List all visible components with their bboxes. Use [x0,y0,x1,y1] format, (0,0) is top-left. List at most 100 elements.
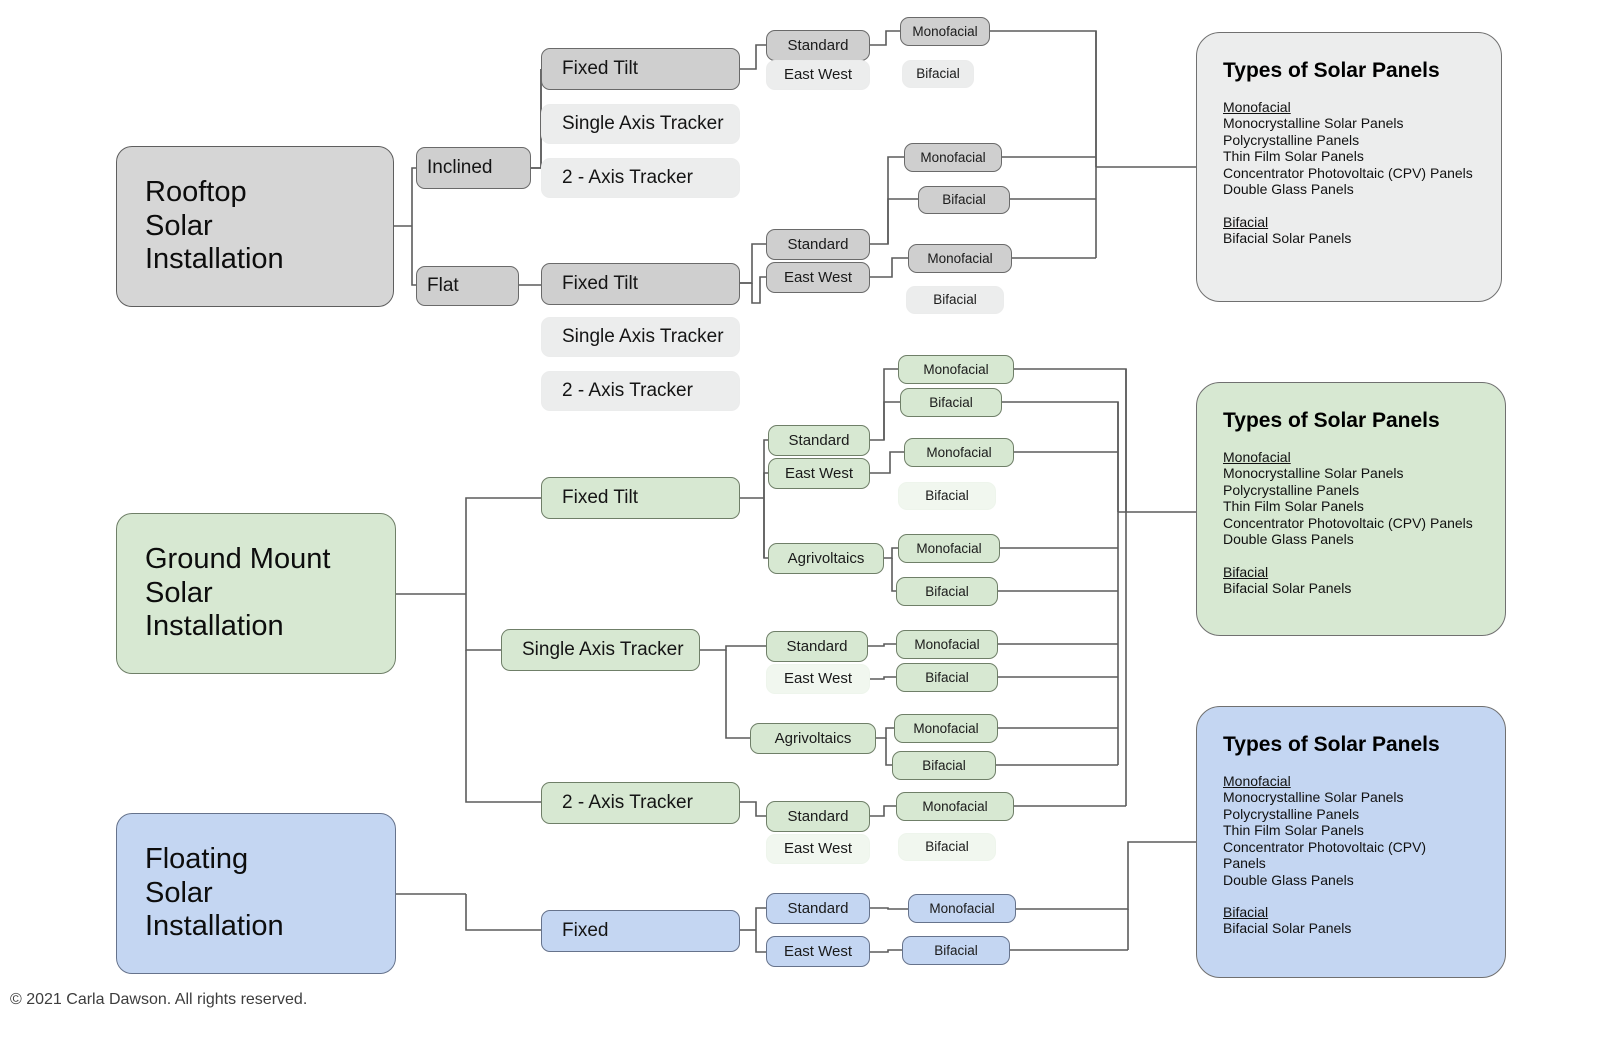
panel-types-of-solar-panels-blue: Types of Solar Panels Monofacial Monocry… [1196,706,1506,978]
rooftop-inclined-structure-fixed-tilt[interactable]: Fixed Tilt [541,48,740,90]
ground-ft-orientation-standard[interactable]: Standard [768,425,870,456]
ground-2-axis-label: 2 - Axis Tracker [562,792,693,814]
ground-sat-std-panel-bifacial[interactable]: Bifacial [896,663,998,692]
panel-green-monofacial-header: Monofacial [1223,449,1291,465]
rooftop-mount-flat[interactable]: Flat [416,266,519,306]
orientation-east-west-label: East West [783,66,853,84]
panel-bifacial-label: Bifacial [942,192,986,208]
panel-types-of-solar-panels-green: Types of Solar Panels Monofacial Monocry… [1196,382,1506,636]
root-ground-mount-solar-installation[interactable]: Ground Mount Solar Installation [116,513,396,674]
ground-structure-2-axis-tracker[interactable]: 2 - Axis Tracker [541,782,740,824]
ground-2axis-orientation-east-west: East West [766,834,870,864]
panel-green-bifacial-header: Bifacial [1223,563,1269,580]
ground-ft-std-panel-monofacial[interactable]: Monofacial [898,355,1014,384]
ground-ft-orientation-agrivoltaics[interactable]: Agrivoltaics [768,543,884,574]
floating-structure-fixed[interactable]: Fixed [541,910,740,952]
ground-sat-agri-panel-monofacial[interactable]: Monofacial [894,714,998,743]
panel-list-item: Panels [1223,855,1266,872]
rooftop-inclined-ft-orientation-standard[interactable]: Standard [766,30,870,61]
ground-ft-orientation-east-west[interactable]: East West [768,458,870,489]
ground-sat-agri-panel-bifacial[interactable]: Bifacial [892,751,996,780]
rooftop-inclined-structure-2-axis-tracker: 2 - Axis Tracker [541,158,740,198]
rooftop-flat-2-axis-label: 2 - Axis Tracker [562,380,693,402]
panel-list-item: Thin Film Solar Panels [1223,822,1364,839]
rooftop-inclined-ft-std-panel-monofacial[interactable]: Monofacial [900,17,990,46]
panel-list-item: Monocrystalline Solar Panels [1223,115,1404,131]
floating-fixed-orientation-standard[interactable]: Standard [766,893,870,924]
panel-monofacial-label: Monofacial [912,23,978,39]
ground-ft-agri-panel-monofacial[interactable]: Monofacial [898,534,1000,563]
root-floating-solar-installation[interactable]: Floating Solar Installation [116,813,396,974]
floating-fixed-label: Fixed [562,920,609,942]
panel-blue-monofacial-header: Monofacial [1223,773,1291,789]
panel-list-item: Monocrystalline Solar Panels [1223,465,1404,481]
ground-sat-orientation-agrivoltaics[interactable]: Agrivoltaics [750,723,876,754]
panel-list-item: Concentrator Photovoltaic (CPV) Panels [1223,164,1473,181]
rooftop-flat-ft-orientation-east-west[interactable]: East West [766,262,870,293]
ground-2axis-std-panel-monofacial[interactable]: Monofacial [896,792,1014,821]
panel-list-item: Concentrator Photovoltaic (CPV) Panels [1223,514,1473,531]
rooftop-flat-ft-ew-panel-monofacial[interactable]: Monofacial [908,244,1012,273]
rooftop-flat-structure-fixed-tilt[interactable]: Fixed Tilt [541,263,740,305]
panel-bifacial-label: Bifacial [933,292,977,308]
panel-monofacial-label: Monofacial [916,540,982,556]
rooftop-inclined-ft-orientation-east-west: East West [766,60,870,90]
rooftop-inclined-fixed-tilt-label: Fixed Tilt [562,58,639,80]
panel-bifacial-label: Bifacial [929,394,973,410]
root-rooftop-label: Rooftop Solar Installation [145,176,284,276]
floating-fixed-std-panel-monofacial[interactable]: Monofacial [908,894,1016,923]
ground-fixed-tilt-label: Fixed Tilt [562,487,639,509]
panel-types-of-solar-panels-grey: Types of Solar Panels Monofacial Monocry… [1196,32,1502,302]
panel-monofacial-label: Monofacial [913,720,979,736]
panel-monofacial-label: Monofacial [914,636,980,652]
rooftop-mount-inclined[interactable]: Inclined [416,147,531,189]
rooftop-flat-ft-orientation-standard[interactable]: Standard [766,229,870,260]
panel-list-item: Polycrystalline Panels [1223,481,1360,498]
rooftop-mount-flat-label: Flat [427,275,459,297]
orientation-standard-label: Standard [786,637,848,655]
panel-blue-title: Types of Solar Panels [1223,733,1440,756]
orientation-east-west-label: East West [783,942,853,960]
panel-spacer [1223,548,1483,562]
ground-ft-ew-panel-monofacial[interactable]: Monofacial [904,438,1014,467]
panel-list-item: Double Glass Panels [1223,871,1354,888]
rooftop-flat-ft-std-panel-monofacial[interactable]: Monofacial [904,143,1002,172]
panel-bifacial-label: Bifacial [934,942,978,958]
ground-structure-single-axis-tracker[interactable]: Single Axis Tracker [501,629,700,671]
ground-ft-std-panel-bifacial[interactable]: Bifacial [900,388,1002,417]
panel-monofacial-label: Monofacial [922,798,988,814]
panel-grey-bifacial-header: Bifacial [1223,213,1269,230]
floating-fixed-orientation-east-west[interactable]: East West [766,936,870,967]
root-rooftop-solar-installation[interactable]: Rooftop Solar Installation [116,146,394,307]
panel-blue-bifacial-group: Bifacial Bifacial Solar Panels [1223,904,1483,937]
orientation-agrivoltaics-label: Agrivoltaics [787,549,865,567]
orientation-standard-label: Standard [787,899,849,917]
ground-single-axis-label: Single Axis Tracker [522,639,684,661]
panel-list-item: Double Glass Panels [1223,531,1354,548]
ground-2axis-orientation-standard[interactable]: Standard [766,801,870,832]
ground-structure-fixed-tilt[interactable]: Fixed Tilt [541,477,740,519]
panel-monofacial-label: Monofacial [929,900,995,916]
panel-monofacial-label: Monofacial [923,361,989,377]
panel-list-item: Bifacial Solar Panels [1223,229,1352,246]
rooftop-flat-fixed-tilt-label: Fixed Tilt [562,273,639,295]
rooftop-flat-ft-std-panel-bifacial[interactable]: Bifacial [918,186,1010,214]
floating-fixed-ew-panel-bifacial[interactable]: Bifacial [902,936,1010,965]
rooftop-flat-ft-ew-panel-bifacial: Bifacial [906,286,1004,314]
panel-list-item: Bifacial Solar Panels [1223,920,1352,937]
panel-bifacial-label: Bifacial [925,669,969,685]
ground-sat-orientation-standard[interactable]: Standard [766,631,868,662]
panel-list-item: Bifacial Solar Panels [1223,579,1352,596]
panel-green-monofacial-group: Monofacial Monocrystalline Solar Panels … [1223,449,1483,548]
ground-sat-std-panel-monofacial[interactable]: Monofacial [896,630,998,659]
rooftop-flat-structure-2-axis-tracker: 2 - Axis Tracker [541,371,740,411]
panel-spacer [1223,888,1483,902]
panel-monofacial-label: Monofacial [926,444,992,460]
orientation-standard-label: Standard [788,431,850,449]
orientation-east-west-label: East West [783,268,853,286]
panel-green-title: Types of Solar Panels [1223,409,1440,432]
panel-list-item: Double Glass Panels [1223,181,1354,198]
panel-bifacial-label: Bifacial [925,839,969,855]
panel-grey-title: Types of Solar Panels [1223,59,1440,82]
ground-ft-agri-panel-bifacial[interactable]: Bifacial [896,577,998,606]
